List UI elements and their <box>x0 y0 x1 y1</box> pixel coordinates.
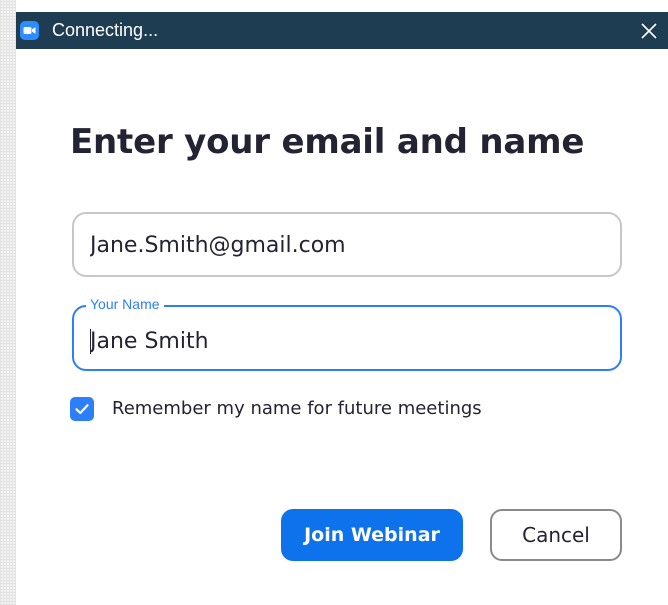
name-field-label: Your Name <box>86 296 164 312</box>
connecting-dialog: Connecting... Enter your email and name … <box>0 0 668 605</box>
remember-name-label[interactable]: Remember my name for future meetings <box>112 397 482 421</box>
email-field[interactable] <box>72 212 622 277</box>
zoom-camera-icon <box>20 21 39 40</box>
join-webinar-button[interactable]: Join Webinar <box>281 509 463 561</box>
checkmark-icon <box>75 404 89 415</box>
close-icon[interactable] <box>638 20 660 42</box>
window-titlebar[interactable]: Connecting... <box>16 12 668 49</box>
email-input[interactable] <box>90 231 604 259</box>
page-title: Enter your email and name <box>70 122 585 162</box>
remember-name-checkbox[interactable] <box>70 397 94 421</box>
name-input[interactable] <box>90 327 604 355</box>
name-field[interactable]: Your Name <box>72 296 622 371</box>
background-desktop-strip <box>0 0 16 605</box>
remember-name-row[interactable]: Remember my name for future meetings <box>70 397 482 421</box>
window-title: Connecting... <box>52 20 159 40</box>
cancel-button[interactable]: Cancel <box>490 509 622 561</box>
